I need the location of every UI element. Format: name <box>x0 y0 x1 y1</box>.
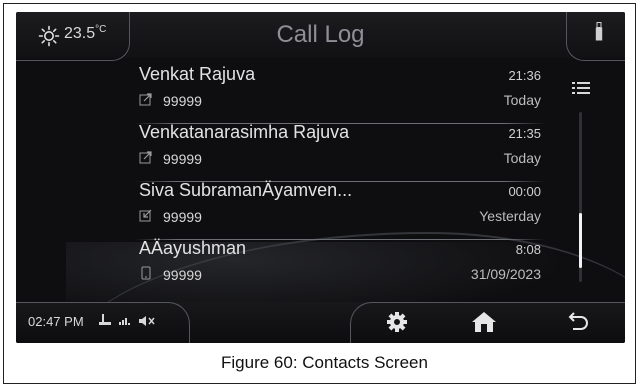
outgoing-call-icon <box>139 151 152 164</box>
usb-icon <box>595 22 603 41</box>
clock: 02:47 PM <box>28 314 84 329</box>
figure-frame: 23.5°C Call Log Venkat Rajuva 99999 21:3… <box>3 3 636 384</box>
figure-caption: Figure 60: Contacts Screen <box>221 353 428 372</box>
settings-icon[interactable] <box>381 308 413 336</box>
usb-status-icon <box>99 314 111 325</box>
infotainment-screen: 23.5°C Call Log Venkat Rajuva 99999 21:3… <box>16 12 625 343</box>
scrollbar-thumb[interactable] <box>579 213 582 268</box>
home-icon[interactable] <box>468 308 500 336</box>
incoming-call-icon <box>139 209 152 222</box>
phone-number: 99999 <box>163 151 202 167</box>
call-log-list[interactable]: Venkat Rajuva 99999 21:36 Today Venkatan… <box>16 64 625 294</box>
list-menu-icon[interactable] <box>572 81 590 95</box>
call-log-row[interactable]: Venkatanarasimha Rajuva 99999 21:35 Toda… <box>135 122 549 182</box>
contact-name: Siva SubramanÄyamven... <box>139 180 353 200</box>
call-date: Yesterday <box>479 208 541 224</box>
call-log-row[interactable]: Siva SubramanÄyamven... 99999 00:00 Yest… <box>135 180 549 240</box>
call-time: 00:00 <box>508 184 541 199</box>
mobile-phone-icon <box>141 266 151 280</box>
signal-icon <box>119 318 130 325</box>
back-icon[interactable] <box>561 308 593 336</box>
page-title: Call Log <box>276 21 365 48</box>
mute-icon <box>139 316 155 326</box>
call-time: 21:35 <box>508 126 541 141</box>
call-date: Today <box>503 92 541 108</box>
call-log-row[interactable]: AÄayushman 99999 8:08 31/09/2023 <box>139 238 549 294</box>
contact-name: AÄayushman <box>139 238 247 258</box>
call-log-row[interactable]: Venkat Rajuva 99999 21:36 Today <box>135 64 549 124</box>
phone-number: 99999 <box>163 93 202 109</box>
contact-name: Venkatanarasimha Rajuva <box>139 122 350 142</box>
call-date: Today <box>503 150 541 166</box>
call-time: 8:08 <box>515 242 541 257</box>
phone-number: 99999 <box>163 209 202 225</box>
outgoing-call-icon <box>139 93 152 106</box>
call-time: 21:36 <box>508 68 541 83</box>
contact-name: Venkat Rajuva <box>139 64 256 84</box>
call-date: 31/09/2023 <box>470 266 541 282</box>
status-icons <box>99 314 155 326</box>
phone-number: 99999 <box>163 267 202 283</box>
